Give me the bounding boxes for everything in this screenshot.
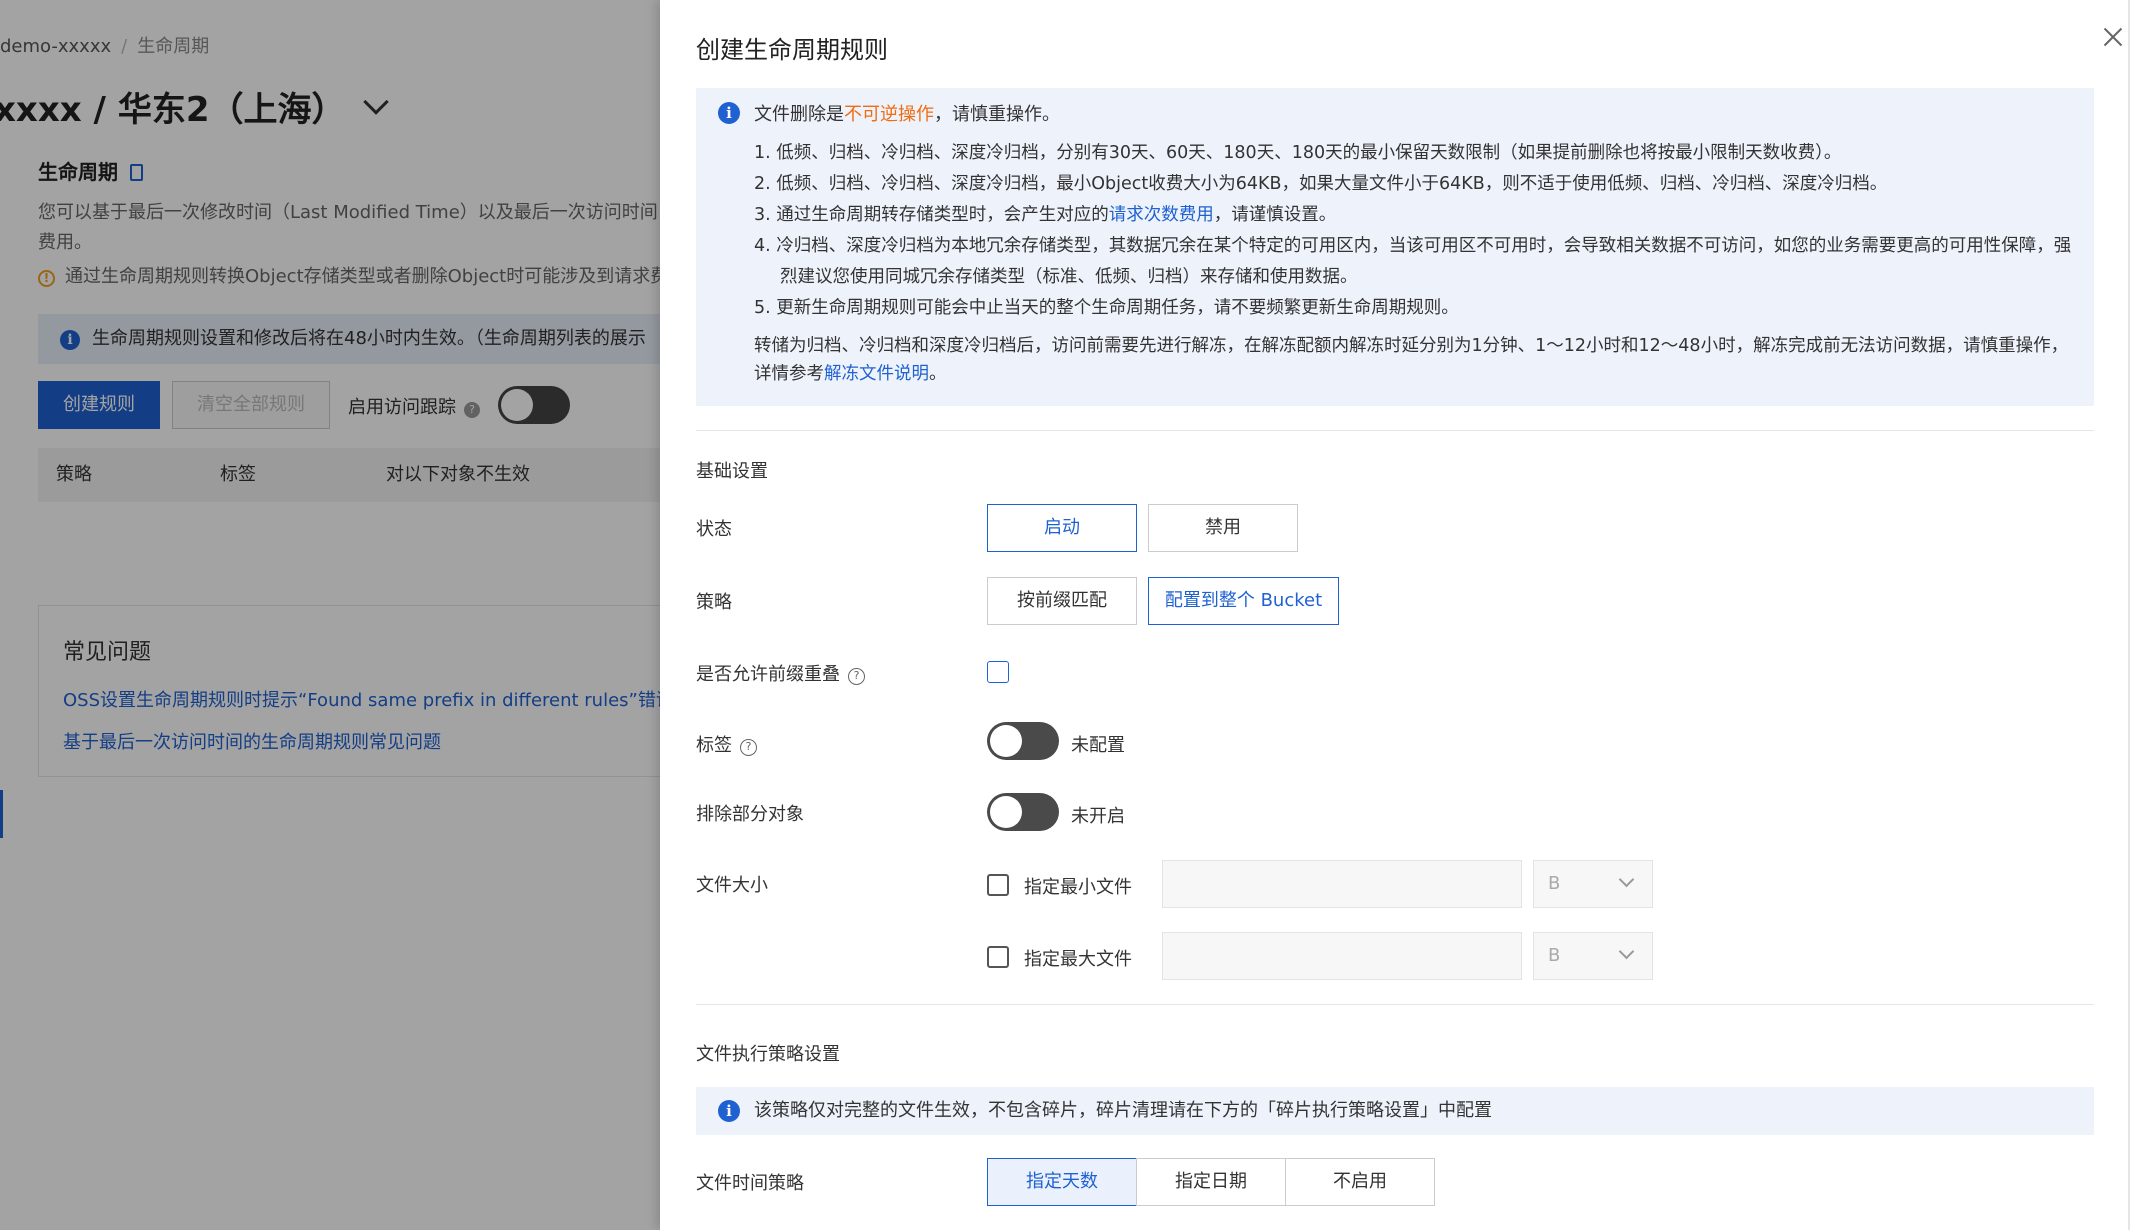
- alert-item: 3. 通过生命周期转存储类型时，会产生对应的请求次数费用，请谨慎设置。: [754, 200, 2074, 231]
- alert-head-highlight: 不可逆操作: [844, 104, 934, 125]
- policy-whole-bucket-button[interactable]: 配置到整个 Bucket: [1148, 577, 1339, 625]
- info-icon: i: [718, 1100, 740, 1122]
- divider: [696, 1004, 2094, 1005]
- modal-overlay[interactable]: [0, 0, 660, 1230]
- max-file-size-label: 指定最大文件: [1024, 949, 1132, 970]
- alert-head: 文件删除是不可逆操作，请慎重操作。: [754, 100, 1060, 126]
- close-icon[interactable]: [2102, 26, 2124, 48]
- policy-label: 策略: [696, 592, 732, 613]
- file-size-label: 文件大小: [696, 875, 768, 896]
- help-icon[interactable]: ?: [740, 739, 757, 756]
- exclude-objects-toggle[interactable]: [987, 793, 1059, 831]
- fragment-info-text: 该策略仅对完整的文件生效，不包含碎片，碎片清理请在下方的「碎片执行策略设置」中配…: [754, 1100, 1492, 1121]
- time-policy-label: 文件时间策略: [696, 1173, 804, 1194]
- request-fee-link[interactable]: 请求次数费用: [1109, 205, 1214, 225]
- status-label: 状态: [696, 519, 732, 540]
- toggle-knob: [990, 796, 1022, 828]
- alert-item-post: ，请谨慎设置。: [1213, 205, 1337, 225]
- max-unit-value: B: [1548, 945, 1561, 966]
- prefix-overlap-checkbox[interactable]: [987, 661, 1009, 683]
- exclude-objects-state: 未开启: [1071, 806, 1125, 827]
- alert-item-pre: 3. 通过生命周期转存储类型时，会产生对应的: [754, 205, 1109, 225]
- unfreeze-doc-link[interactable]: 解冻文件说明: [824, 364, 929, 384]
- basic-settings-title: 基础设置: [696, 461, 768, 482]
- policy-prefix-button[interactable]: 按前缀匹配: [987, 577, 1137, 625]
- alert-item: 2. 低频、归档、冷归档、深度冷归档，最小Object收费大小为64KB，如果大…: [754, 174, 1888, 194]
- time-policy-date-button[interactable]: 指定日期: [1136, 1158, 1286, 1206]
- drawer-title: 创建生命周期规则: [696, 36, 888, 64]
- alert-item: 4. 冷归档、深度冷归档为本地冗余存储类型，其数据冗余在某个特定的可用区内，当该…: [754, 236, 2072, 287]
- max-file-size-checkbox[interactable]: [987, 946, 1009, 968]
- alert-footer-end: 。: [929, 364, 947, 384]
- max-file-size-unit-select[interactable]: B: [1533, 932, 1653, 980]
- time-policy-days-button[interactable]: 指定天数: [987, 1158, 1137, 1206]
- toggle-knob: [990, 725, 1022, 757]
- tags-label: 标签?: [696, 731, 757, 757]
- status-disable-button[interactable]: 禁用: [1148, 504, 1298, 552]
- create-lifecycle-rule-drawer: 创建生命周期规则 i 文件删除是不可逆操作，请慎重操作。 1. 低频、归档、冷归…: [660, 0, 2132, 1230]
- min-unit-value: B: [1548, 873, 1561, 894]
- info-icon: i: [718, 102, 740, 124]
- min-file-size-label: 指定最小文件: [1024, 877, 1132, 898]
- max-file-size-input[interactable]: [1162, 932, 1522, 980]
- scrollbar-track[interactable]: [2128, 0, 2130, 1230]
- tags-state: 未配置: [1071, 735, 1125, 756]
- alert-item: 5. 更新生命周期规则可能会中止当天的整个生命周期任务，请不要频繁更新生命周期规…: [754, 298, 1459, 318]
- divider: [696, 430, 2094, 431]
- delete-warning-alert: i 文件删除是不可逆操作，请慎重操作。 1. 低频、归档、冷归档、深度冷归档，分…: [696, 88, 2094, 406]
- min-file-size-unit-select[interactable]: B: [1533, 860, 1653, 908]
- chevron-down-icon: [1618, 943, 1635, 960]
- prefix-overlap-label: 是否允许前缀重叠?: [696, 660, 865, 686]
- execution-settings-title: 文件执行策略设置: [696, 1044, 840, 1065]
- alert-item: 1. 低频、归档、冷归档、深度冷归档，分别有30天、60天、180天、180天的…: [754, 143, 1842, 163]
- alert-list: 1. 低频、归档、冷归档、深度冷归档，分别有30天、60天、180天、180天的…: [754, 138, 2074, 324]
- min-file-size-checkbox[interactable]: [987, 874, 1009, 896]
- status-enable-button[interactable]: 启动: [987, 504, 1137, 552]
- alert-footer: 转储为归档、冷归档和深度冷归档后，访问前需要先进行解冻，在解冻配额内解冻时延分别…: [754, 332, 2074, 388]
- alert-head-pre: 文件删除是: [754, 104, 844, 125]
- alert-head-post: ，请慎重操作。: [934, 104, 1060, 125]
- tags-toggle[interactable]: [987, 722, 1059, 760]
- exclude-objects-label: 排除部分对象: [696, 804, 804, 825]
- tags-label-text: 标签: [696, 735, 732, 756]
- help-icon[interactable]: ?: [848, 668, 865, 685]
- prefix-overlap-label-text: 是否允许前缀重叠: [696, 664, 840, 685]
- alert-footer-text: 转储为归档、冷归档和深度冷归档后，访问前需要先进行解冻，在解冻配额内解冻时延分别…: [754, 336, 2069, 384]
- chevron-down-icon: [1618, 871, 1635, 888]
- min-file-size-input[interactable]: [1162, 860, 1522, 908]
- fragment-info-bar: i 该策略仅对完整的文件生效，不包含碎片，碎片清理请在下方的「碎片执行策略设置」…: [696, 1087, 2094, 1135]
- time-policy-disabled-button[interactable]: 不启用: [1285, 1158, 1435, 1206]
